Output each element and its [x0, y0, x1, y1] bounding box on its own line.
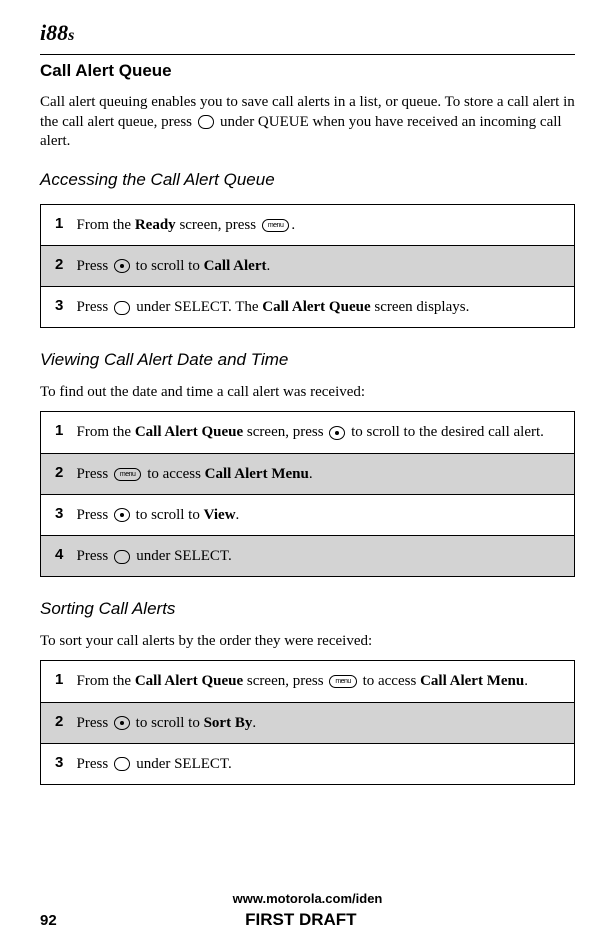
- step-text-part: From the: [77, 673, 135, 689]
- step-text-part: under SELECT.: [132, 548, 231, 564]
- step-text: Press to scroll to View.: [77, 494, 575, 535]
- table-row: 3Press to scroll to View.: [41, 494, 575, 535]
- step-text-part: .: [252, 715, 256, 731]
- bold-term: Call Alert: [204, 258, 267, 274]
- step-text-part: screen, press: [243, 424, 327, 440]
- subsection-viewing-title: Viewing Call Alert Date and Time: [40, 350, 575, 370]
- step-number: 4: [41, 536, 77, 577]
- subsection-sorting-title: Sorting Call Alerts: [40, 599, 575, 619]
- step-text-part: From the: [77, 217, 135, 233]
- step-text-part: Press: [77, 507, 112, 523]
- step-text-part: to scroll to: [132, 258, 204, 274]
- step-text-part: Press: [77, 715, 112, 731]
- table-row: 2Press to scroll to Call Alert.: [41, 245, 575, 286]
- bold-term: Call Alert Queue: [135, 424, 243, 440]
- footer-url: www.motorola.com/iden: [40, 891, 575, 906]
- step-text-part: .: [309, 466, 313, 482]
- button-icon: [114, 550, 131, 564]
- bold-term: Call Alert Queue: [135, 673, 243, 689]
- section-title: Call Alert Queue: [40, 61, 575, 81]
- step-text-part: .: [524, 673, 528, 689]
- menu-icon: menu: [114, 468, 142, 481]
- nav-icon: [114, 508, 130, 522]
- button-icon: [114, 301, 131, 315]
- step-text-part: .: [236, 507, 240, 523]
- step-text: Press to scroll to Sort By.: [77, 702, 575, 743]
- step-text-part: Press: [77, 299, 112, 315]
- step-text: Press menu to access Call Alert Menu.: [77, 453, 575, 494]
- step-text-part: Press: [77, 548, 112, 564]
- bold-term: Sort By: [204, 715, 253, 731]
- header-divider: [40, 54, 575, 55]
- nav-icon: [114, 259, 130, 273]
- step-text-part: to scroll to the desired call alert.: [347, 424, 544, 440]
- step-text-part: screen, press: [243, 673, 327, 689]
- step-number: 1: [41, 412, 77, 453]
- table-row: 4Press under SELECT.: [41, 536, 575, 577]
- bold-term: Call Alert Queue: [262, 299, 370, 315]
- step-text: Press under SELECT.: [77, 536, 575, 577]
- step-text-part: .: [291, 217, 295, 233]
- step-number: 2: [41, 702, 77, 743]
- footer-bottom: 92 FIRST DRAFT: [40, 910, 575, 930]
- step-text-part: screen displays.: [371, 299, 470, 315]
- step-text: From the Call Alert Queue screen, press …: [77, 412, 575, 453]
- step-text-part: to access: [143, 466, 204, 482]
- step-text-part: Press: [77, 466, 112, 482]
- step-text: Press under SELECT. The Call Alert Queue…: [77, 287, 575, 328]
- step-text: Press to scroll to Call Alert.: [77, 245, 575, 286]
- accessing-steps-table: 1From the Ready screen, press menu.2Pres…: [40, 204, 575, 329]
- table-row: 3Press under SELECT.: [41, 743, 575, 784]
- step-number: 1: [41, 661, 77, 702]
- bold-term: Call Alert Menu: [420, 673, 524, 689]
- step-text-part: From the: [77, 424, 135, 440]
- table-row: 2Press menu to access Call Alert Menu.: [41, 453, 575, 494]
- nav-icon: [114, 716, 130, 730]
- step-text-part: to scroll to: [132, 715, 204, 731]
- step-text-part: to scroll to: [132, 507, 204, 523]
- bold-term: Call Alert Menu: [205, 466, 309, 482]
- page-number: 92: [40, 912, 57, 929]
- table-row: 1From the Call Alert Queue screen, press…: [41, 412, 575, 453]
- menu-icon: menu: [329, 675, 357, 688]
- table-row: 1From the Call Alert Queue screen, press…: [41, 661, 575, 702]
- step-text-part: under SELECT. The: [132, 299, 262, 315]
- step-number: 3: [41, 743, 77, 784]
- device-model-text: i88s: [40, 20, 74, 45]
- step-text: Press under SELECT.: [77, 743, 575, 784]
- step-number: 2: [41, 245, 77, 286]
- table-row: 3Press under SELECT. The Call Alert Queu…: [41, 287, 575, 328]
- menu-icon: menu: [262, 219, 290, 232]
- button-icon: [198, 115, 215, 129]
- bold-term: View: [204, 507, 236, 523]
- viewing-steps-table: 1From the Call Alert Queue screen, press…: [40, 411, 575, 577]
- sorting-intro: To sort your call alerts by the order th…: [40, 633, 575, 650]
- step-text-part: .: [267, 258, 271, 274]
- step-number: 2: [41, 453, 77, 494]
- step-number: 1: [41, 204, 77, 245]
- step-number: 3: [41, 494, 77, 535]
- step-text: From the Call Alert Queue screen, press …: [77, 661, 575, 702]
- bold-term: Ready: [135, 217, 176, 233]
- step-text-part: under SELECT.: [132, 756, 231, 772]
- step-text-part: to access: [359, 673, 420, 689]
- subsection-accessing-title: Accessing the Call Alert Queue: [40, 170, 575, 190]
- step-text-part: Press: [77, 258, 112, 274]
- nav-icon: [329, 426, 345, 440]
- page-footer: www.motorola.com/iden 92 FIRST DRAFT: [40, 891, 575, 930]
- draft-label: FIRST DRAFT: [57, 910, 545, 930]
- sorting-steps-table: 1From the Call Alert Queue screen, press…: [40, 660, 575, 785]
- table-row: 2Press to scroll to Sort By.: [41, 702, 575, 743]
- table-row: 1From the Ready screen, press menu.: [41, 204, 575, 245]
- step-text-part: screen, press: [176, 217, 260, 233]
- viewing-intro: To find out the date and time a call ale…: [40, 384, 575, 401]
- step-text: From the Ready screen, press menu.: [77, 204, 575, 245]
- device-model-logo: i88s: [40, 20, 575, 46]
- button-icon: [114, 757, 131, 771]
- step-text-part: Press: [77, 756, 112, 772]
- intro-paragraph: Call alert queuing enables you to save c…: [40, 93, 575, 152]
- step-number: 3: [41, 287, 77, 328]
